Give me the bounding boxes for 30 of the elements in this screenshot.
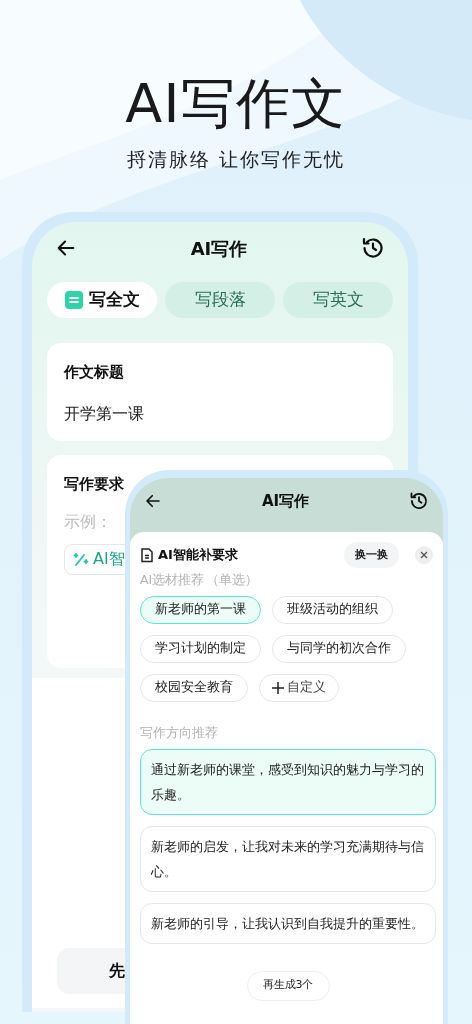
topic-chip[interactable]: 新老师的第一课 — [140, 595, 261, 624]
direction-card[interactable]: 通过新老师的课堂，感受到知识的魅力与学习的乐趣。 — [140, 748, 436, 815]
history-icon[interactable] — [409, 491, 429, 511]
history-icon[interactable] — [361, 236, 385, 260]
direction-card[interactable]: 新老师的启发，让我对未来的学习充满期待与信心。 — [140, 825, 436, 892]
topic-chip[interactable]: 班级活动的组织 — [272, 595, 393, 624]
direction-card[interactable]: 新老师的引导，让我认识到自我提升的重要性。 — [140, 902, 436, 944]
title-field[interactable]: 开学第一课 — [64, 401, 376, 426]
topic-chip[interactable]: 与同学的初次合作 — [272, 634, 406, 663]
section-hint: （单选） — [206, 571, 259, 589]
plus-icon — [272, 681, 284, 694]
close-button[interactable] — [415, 546, 433, 564]
tab[interactable]: 写段落 — [165, 282, 275, 318]
topic-chip[interactable]: 校园安全教育 — [140, 673, 248, 702]
document-icon — [64, 291, 83, 309]
refresh-button[interactable]: 换一换 — [344, 542, 399, 568]
section-label: 写作方向推荐 — [140, 723, 219, 742]
close-icon — [420, 551, 428, 559]
topic-chip[interactable]: 学习计划的制定 — [140, 634, 261, 663]
screen-title: AI写作 — [261, 490, 310, 512]
field-label: 作文标题 — [64, 362, 125, 383]
field-label: 写作要求 — [64, 474, 125, 495]
document-icon — [140, 547, 154, 563]
magic-wand-icon — [73, 551, 89, 567]
tab[interactable]: 写英文 — [283, 282, 393, 318]
headline: AI写作文 — [125, 72, 347, 136]
subtitle: 捋清脉络 让你写作无忧 — [126, 147, 345, 172]
screen-title: AI写作 — [190, 236, 248, 261]
tab[interactable]: 写全文 — [47, 282, 157, 318]
back-icon[interactable] — [144, 492, 162, 510]
